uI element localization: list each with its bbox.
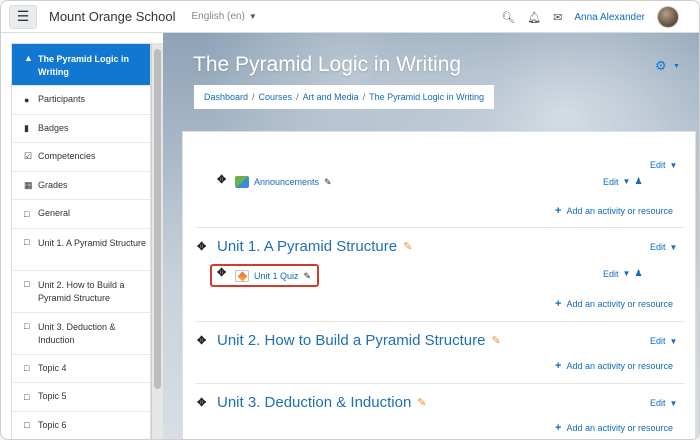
sidebar-item-topic-5[interactable]: □ Topic 5	[12, 383, 150, 412]
folder-icon: □	[24, 236, 30, 247]
section-general: Edit ▼ ✥ Announcements ✎ Edit ▼ ♟ + Add …	[195, 132, 685, 228]
course-sidebar: ▲ The Pyramid Logic in Writing ● Partici…	[11, 43, 151, 440]
add-activity-link[interactable]: + Add an activity or resource	[555, 422, 673, 434]
breadcrumb-item-course[interactable]: The Pyramid Logic in Writing	[369, 92, 484, 102]
plus-icon: +	[555, 205, 562, 217]
app-window: ☰ Mount Orange School English (en) ▼ 🔍︎ …	[0, 0, 700, 440]
language-menu[interactable]: English (en) ▼	[191, 11, 256, 22]
navbar-right: 🔍︎ 🔔︎ ✉︎ Anna Alexander	[501, 1, 679, 33]
section-edit-menu[interactable]: Edit ▼	[650, 160, 677, 170]
sidebar-item-course-home[interactable]: ▲ The Pyramid Logic in Writing	[12, 44, 150, 86]
shield-icon: ▮	[24, 122, 29, 133]
sidebar-item-unit-2[interactable]: □ Unit 2. How to Build a Pyramid Structu…	[12, 271, 150, 313]
forum-icon	[235, 176, 249, 188]
site-name[interactable]: Mount Orange School	[49, 9, 175, 24]
breadcrumb-separator: /	[362, 92, 366, 102]
breadcrumb-item-courses[interactable]: Courses	[259, 92, 293, 102]
chevron-down-icon: ▼	[669, 160, 678, 170]
sidebar-item-grades[interactable]: ▦ Grades	[12, 172, 150, 200]
chevron-down-icon: ▼	[622, 269, 631, 278]
chevron-down-icon: ▼	[669, 242, 678, 252]
move-icon[interactable]: ✥	[197, 396, 206, 409]
breadcrumb: Dashboard / Courses / Art and Media / Th…	[194, 85, 495, 109]
pencil-icon[interactable]: ✎	[491, 334, 500, 347]
sidebar-item-general[interactable]: □ General	[12, 200, 150, 229]
chevron-down-icon: ▼	[669, 336, 678, 346]
folder-icon: □	[24, 363, 30, 374]
activity-announcements[interactable]: Announcements ✎	[235, 176, 332, 188]
bell-icon[interactable]: 🔔︎	[527, 11, 541, 24]
user-icon[interactable]: ♟	[634, 268, 642, 279]
highlight-box	[210, 264, 319, 287]
add-activity-link[interactable]: + Add an activity or resource	[555, 205, 673, 217]
breadcrumb-item-dashboard[interactable]: Dashboard	[204, 92, 248, 102]
move-icon[interactable]: ✥	[197, 240, 206, 253]
sidebar-item-topic-4[interactable]: □ Topic 4	[12, 355, 150, 383]
user-icon[interactable]: ♟	[634, 176, 642, 187]
breadcrumb-separator: /	[296, 92, 299, 102]
check-square-icon: ☑	[24, 151, 33, 162]
sidebar-item-participants[interactable]: ● Participants	[12, 86, 150, 115]
section-edit-menu[interactable]: Edit ▼	[650, 398, 677, 408]
folder-icon: □	[24, 391, 30, 402]
move-icon[interactable]: ✥	[197, 334, 206, 347]
sidebar-item-competencies[interactable]: ☑ Competencies	[12, 143, 150, 172]
add-activity-link[interactable]: + Add an activity or resource	[555, 298, 673, 310]
chevron-down-icon[interactable]: ▼	[673, 63, 680, 70]
section-unit-2: ✥ Unit 2. How to Build a Pyramid Structu…	[195, 322, 685, 384]
section-title[interactable]: Unit 2. How to Build a Pyramid Structure…	[217, 332, 501, 349]
graduation-cap-icon: ▲	[24, 53, 33, 63]
section-title[interactable]: Unit 3. Deduction & Induction ✎	[217, 394, 427, 411]
folder-icon: □	[24, 420, 30, 431]
add-activity-link[interactable]: + Add an activity or resource	[555, 360, 673, 372]
breadcrumb-item-category[interactable]: Art and Media	[303, 92, 359, 102]
pencil-icon[interactable]: ✎	[417, 396, 426, 409]
chevron-down-icon: ▼	[248, 12, 257, 21]
avatar[interactable]	[657, 6, 679, 28]
section-unit-3: ✥ Unit 3. Deduction & Induction ✎ Edit ▼…	[195, 384, 685, 439]
chevron-down-icon: ▼	[669, 398, 678, 408]
sidebar-item-topic-6[interactable]: □ Topic 6	[12, 412, 150, 440]
sidebar-scrollbar[interactable]	[151, 43, 163, 439]
users-icon: ●	[24, 94, 30, 105]
sidebar-item-badges[interactable]: ▮ Badges	[12, 115, 150, 143]
section-title[interactable]: Unit 1. A Pyramid Structure ✎	[217, 238, 412, 255]
plus-icon: +	[555, 360, 562, 372]
folder-icon: □	[24, 208, 30, 219]
scrollbar-thumb[interactable]	[154, 49, 161, 389]
hamburger-icon[interactable]: ☰	[9, 4, 37, 29]
folder-icon: □	[24, 320, 30, 331]
gear-icon[interactable]: ⚙	[655, 58, 667, 74]
sidebar-item-unit-1[interactable]: □ Unit 1. A Pyramid Structure	[12, 229, 150, 271]
table-icon: ▦	[24, 179, 33, 190]
chevron-down-icon: ▼	[622, 177, 631, 186]
chat-icon[interactable]: ✉︎	[553, 11, 562, 24]
language-label: English (en)	[191, 11, 245, 22]
sidebar-item-unit-3[interactable]: □ Unit 3. Deduction & Induction	[12, 313, 150, 355]
activity-edit-menu[interactable]: Edit ▼ ♟	[603, 268, 643, 279]
page-title: The Pyramid Logic in Writing	[193, 53, 462, 76]
breadcrumb-separator: /	[252, 92, 255, 102]
plus-icon: +	[555, 298, 562, 310]
section-edit-menu[interactable]: Edit ▼	[650, 336, 677, 346]
activity-name[interactable]: Announcements	[254, 177, 319, 187]
pencil-icon[interactable]: ✎	[403, 240, 412, 253]
search-icon[interactable]: 🔍︎	[501, 11, 515, 24]
folder-icon: □	[24, 278, 30, 289]
move-icon[interactable]: ✥	[217, 173, 226, 186]
plus-icon: +	[555, 422, 562, 434]
section-edit-menu[interactable]: Edit ▼	[650, 242, 677, 252]
top-navbar: ☰ Mount Orange School English (en) ▼ 🔍︎ …	[1, 1, 699, 33]
pencil-icon[interactable]: ✎	[324, 177, 332, 188]
activity-edit-menu[interactable]: Edit ▼ ♟	[603, 176, 643, 187]
user-name[interactable]: Anna Alexander	[574, 12, 645, 23]
